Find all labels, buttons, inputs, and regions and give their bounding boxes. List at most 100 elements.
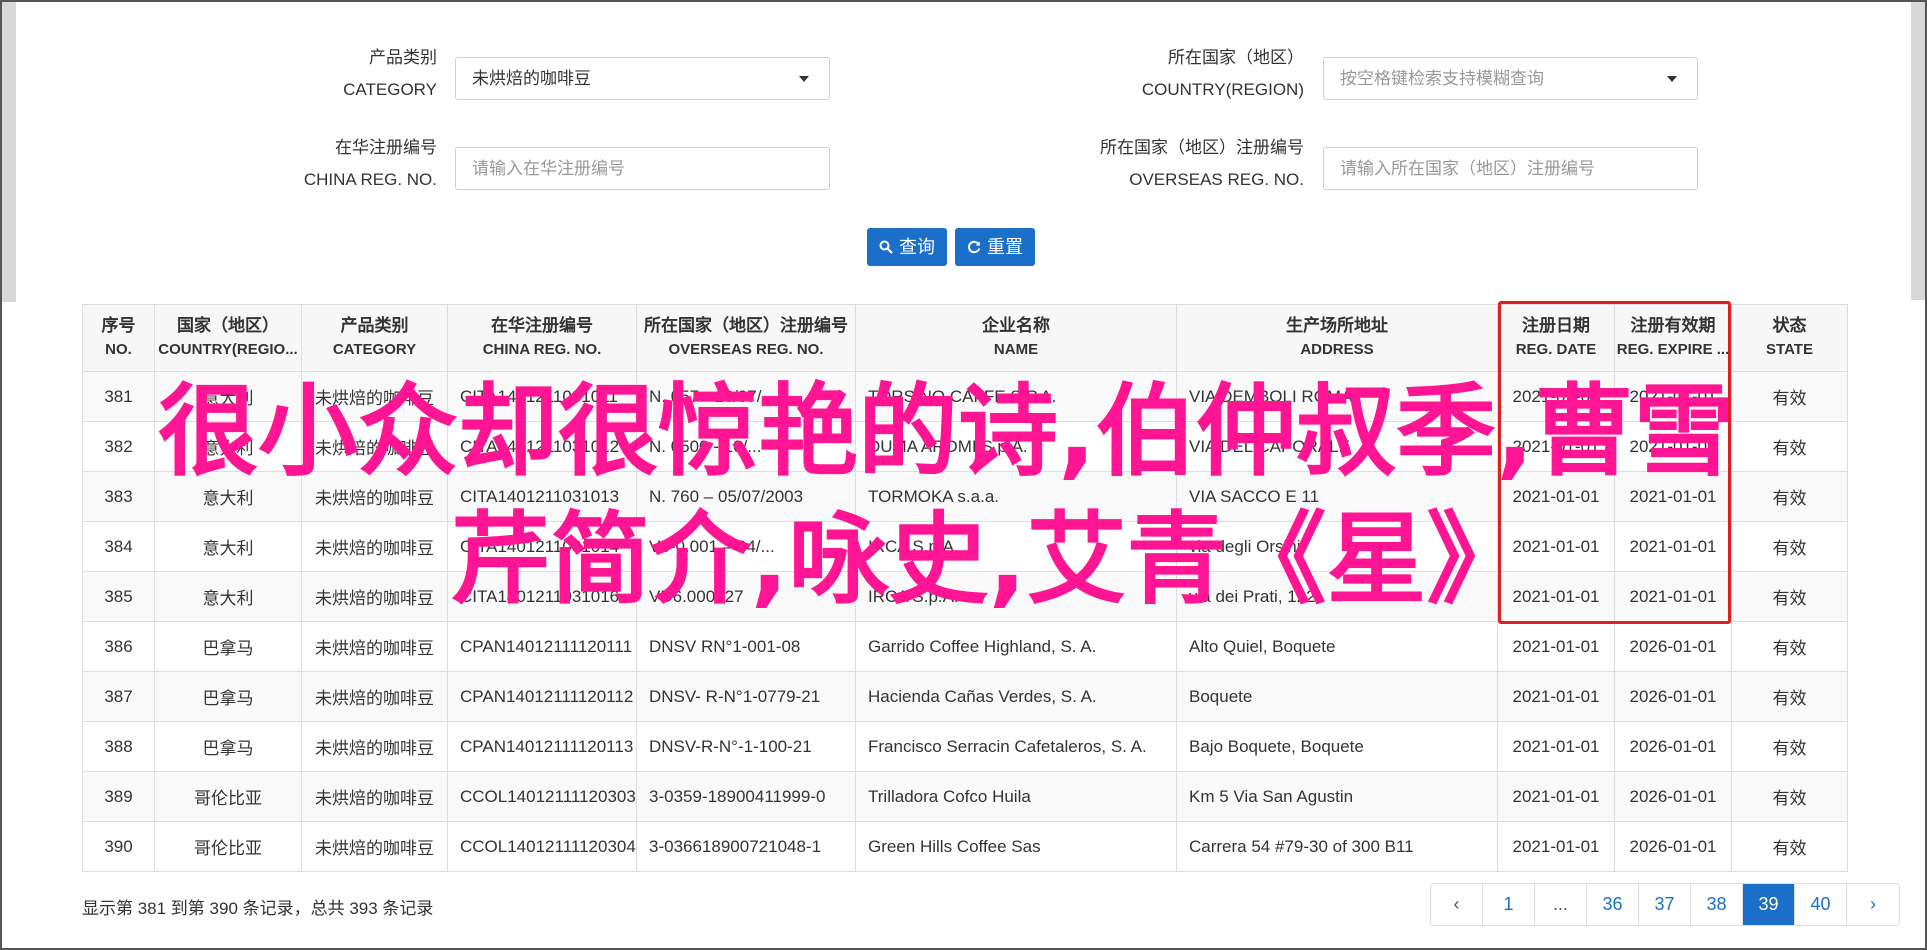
column-header[interactable]: 生产场所地址 ADDRESS [1176, 304, 1498, 372]
overseas-reg-no-cell: DNSV- R-N°1-0779-21 [636, 671, 856, 722]
category-cell: 未烘焙的咖啡豆 [301, 621, 448, 672]
state-cell: 有效 [1731, 721, 1848, 772]
column-header[interactable]: 状态 STATE [1731, 304, 1848, 372]
column-header-cn: 状态 [1772, 316, 1807, 335]
company-name-cell: Francisco Serracin Cafetaleros, S. A. [855, 721, 1177, 772]
reset-button-label: 重置 [987, 237, 1023, 257]
china-reg-no-cell: CPAN14012111120113 [447, 721, 637, 772]
row-no-cell: 387 [82, 671, 155, 722]
reg-expire-cell: 2026-01-01 [1614, 721, 1732, 772]
reg-expire-cell: 2021-01-01 [1614, 371, 1732, 422]
category-cell: 未烘焙的咖啡豆 [301, 521, 448, 572]
reg-date-cell: 2021-01-01 [1497, 371, 1615, 422]
state-cell: 有效 [1731, 621, 1848, 672]
table-row[interactable]: 381 意大利 未烘焙的咖啡豆 CITA1401211031011 N. 057 - 1… [82, 371, 1848, 422]
state-cell: 有效 [1731, 671, 1848, 722]
china-reg-no-cell: CITA1401211031013 [447, 471, 637, 522]
reg-expire-cell: 2026-01-01 [1614, 771, 1732, 822]
column-header[interactable]: 国家（地区） COUNTRY(REGIO... [154, 304, 302, 372]
table-row[interactable]: 388 巴拿马 未烘焙的咖啡豆 CPAN14012111120113 DNSV-R-N°… [82, 721, 1848, 772]
category-cell: 未烘焙的咖啡豆 [301, 721, 448, 772]
row-no-cell: 390 [82, 821, 155, 872]
page-button[interactable]: 39 [1743, 884, 1795, 925]
reg-date-cell: 2021-01-01 [1497, 821, 1615, 872]
page-button[interactable]: 36 [1587, 884, 1639, 925]
page-button[interactable]: 1 [1483, 884, 1535, 925]
column-header[interactable]: 企业名称 NAME [855, 304, 1177, 372]
table-row[interactable]: 389 哥伦比亚 未烘焙的咖啡豆 CCOL14012111120303 3-0359-1… [82, 771, 1848, 822]
category-label: 产品类别 CATEGORY [343, 48, 437, 99]
table-row[interactable]: 382 意大利 未烘焙的咖啡豆 CITA1401211031012 N. 0500 - … [82, 421, 1848, 472]
reg-date-cell: 2021-01-01 [1497, 721, 1615, 772]
column-header-cn: 生产场所地址 [1286, 316, 1388, 335]
record-summary: 显示第 381 到第 390 条记录，总共 393 条记录 [82, 899, 434, 918]
overseas-reg-input[interactable]: 请输入所在国家（地区）注册编号 [1323, 147, 1698, 190]
china-reg-no-cell: CPAN14012111120111 [447, 621, 637, 672]
reg-expire-cell: 2026-01-01 [1614, 821, 1732, 872]
state-cell: 有效 [1731, 821, 1848, 872]
column-header-cn: 国家（地区） [177, 316, 279, 335]
reg-expire-cell: 2021-01-01 [1614, 571, 1732, 622]
state-cell: 有效 [1731, 471, 1848, 522]
reg-expire-cell: 2021-01-01 [1614, 521, 1732, 572]
column-header[interactable]: 注册日期 REG. DATE [1497, 304, 1615, 372]
state-cell: 有效 [1731, 421, 1848, 472]
row-no-cell: 383 [82, 471, 155, 522]
china-reg-no-cell: CITA1401211031016 [447, 571, 637, 622]
table-body: 381 意大利 未烘焙的咖啡豆 CITA1401211031011 N. 057 - 1… [82, 371, 1848, 872]
category-select[interactable]: 未烘焙的咖啡豆 [455, 57, 830, 100]
column-header-en: STATE [1766, 341, 1813, 358]
search-icon [879, 240, 893, 254]
chevron-down-icon [799, 76, 809, 82]
column-header-cn: 注册日期 [1522, 316, 1590, 335]
company-name-cell: Green Hills Coffee Sas [855, 821, 1177, 872]
reg-expire-cell: 2021-01-01 [1614, 471, 1732, 522]
table-row[interactable]: 390 哥伦比亚 未烘焙的咖啡豆 CCOL14012111120304 3-036618… [82, 821, 1848, 872]
country-select[interactable]: 按空格键检索支持模糊查询 [1323, 57, 1698, 100]
refresh-icon [967, 240, 981, 254]
registration-table: 序号 NO. 国家（地区） COUNTRY(REGIO... 产品类别 CATEGORY 在… [82, 304, 1848, 872]
country-cell: 意大利 [154, 521, 302, 572]
category-cell: 未烘焙的咖啡豆 [301, 371, 448, 422]
row-no-cell: 382 [82, 421, 155, 472]
china-reg-no-cell: CCOL14012111120303 [447, 771, 637, 822]
address-cell: Km 5 Via San Agustin [1176, 771, 1498, 822]
company-name-cell: Garrido Coffee Highland, S. A. [855, 621, 1177, 672]
column-header-en: CATEGORY [332, 341, 417, 358]
column-header[interactable]: 序号 NO. [82, 304, 155, 372]
overseas-reg-no-cell: N. 0500 - 10/... [636, 421, 856, 472]
prev-page-button[interactable]: ‹ [1431, 884, 1483, 925]
address-cell: Carrera 54 #79-30 of 300 B11 [1176, 821, 1498, 872]
reset-button[interactable]: 重置 [955, 228, 1035, 266]
table-row[interactable]: 385 意大利 未烘焙的咖啡豆 CITA1401211031016 VD6.000527… [82, 571, 1848, 622]
company-name-cell: IRCA S.p.A. [855, 521, 1177, 572]
column-header-en: REG. DATE [1515, 341, 1597, 358]
next-page-button[interactable]: › [1847, 884, 1899, 925]
header-row: 序号 NO. 国家（地区） COUNTRY(REGIO... 产品类别 CATEGORY 在… [82, 304, 1848, 372]
company-name-cell: IRCA S.p.A. [855, 571, 1177, 622]
page-ellipsis[interactable]: ... [1535, 884, 1587, 925]
column-header[interactable]: 产品类别 CATEGORY [301, 304, 448, 372]
column-header-en: NAME [993, 341, 1039, 358]
table-row[interactable]: 383 意大利 未烘焙的咖啡豆 CITA1401211031013 N. 760 – 0… [82, 471, 1848, 522]
category-cell: 未烘焙的咖啡豆 [301, 671, 448, 722]
table-row[interactable]: 387 巴拿马 未烘焙的咖啡豆 CPAN14012111120112 DNSV- R-N… [82, 671, 1848, 722]
table-row[interactable]: 384 意大利 未烘焙的咖啡豆 CITA1401211031014 V6-0.001 –… [82, 521, 1848, 572]
china-reg-no-cell: CITA1401211031014 [447, 521, 637, 572]
page-button[interactable]: 40 [1795, 884, 1847, 925]
china-reg-input[interactable]: 请输入在华注册编号 [455, 147, 830, 190]
table-row[interactable]: 386 巴拿马 未烘焙的咖啡豆 CPAN14012111120111 DNSV RN°1… [82, 621, 1848, 672]
page-button[interactable]: 38 [1691, 884, 1743, 925]
page-button[interactable]: 37 [1639, 884, 1691, 925]
column-header-cn: 注册有效期 [1630, 316, 1716, 335]
search-button[interactable]: 查询 [867, 228, 947, 266]
column-header-en: ADDRESS [1300, 341, 1374, 358]
column-header[interactable]: 在华注册编号 CHINA REG. NO. [447, 304, 637, 372]
country-cell: 巴拿马 [154, 671, 302, 722]
scrollbar[interactable] [1911, 2, 1925, 300]
reg-date-cell: 2021-01-01 [1497, 471, 1615, 522]
reg-expire-cell: 2026-01-01 [1614, 621, 1732, 672]
china-reg-no-cell: CITA1401211031012 [447, 421, 637, 472]
column-header[interactable]: 所在国家（地区）注册编号 OVERSEAS REG. NO. [636, 304, 856, 372]
column-header[interactable]: 注册有效期 REG. EXPIRE ... [1614, 304, 1732, 372]
